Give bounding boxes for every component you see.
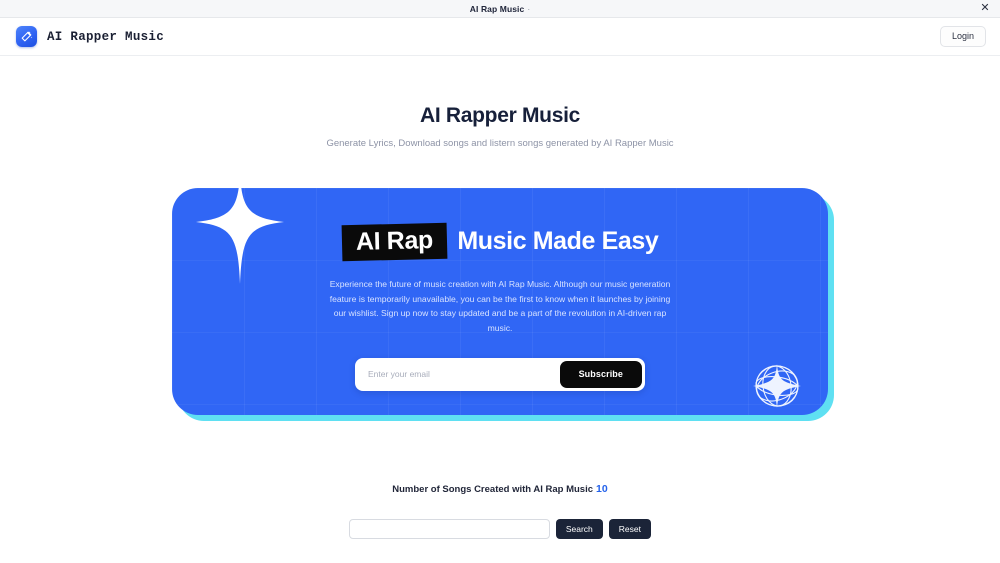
promo-heading-highlight: AI Rap	[341, 222, 447, 262]
promo-heading-rest: Music Made Easy	[457, 227, 659, 256]
subscribe-button[interactable]: Subscribe	[559, 360, 642, 388]
login-button[interactable]: Login	[939, 26, 986, 47]
email-field[interactable]	[358, 360, 560, 388]
promo-heading: AI Rap Music Made Easy	[172, 222, 828, 262]
intro-section: AI Rapper Music Generate Lyrics, Downloa…	[0, 56, 1000, 151]
browser-tab-bar: AI Rap Music · ✕	[0, 0, 1000, 18]
browser-tab-title: AI Rap Music	[469, 3, 525, 14]
songs-created-stat: Number of Songs Created with AI Rap Musi…	[0, 483, 1000, 495]
reset-button[interactable]: Reset	[608, 518, 651, 539]
site-header: AI Rapper Music Login	[0, 18, 1000, 56]
search-button[interactable]: Search	[555, 518, 603, 539]
close-icon[interactable]: ✕	[978, 2, 992, 16]
search-input[interactable]	[349, 518, 550, 539]
brand-name: AI Rapper Music	[47, 29, 165, 44]
subscribe-form: Subscribe	[355, 357, 645, 391]
browser-tab-title-suffix: ·	[527, 3, 531, 14]
magic-wand-icon	[16, 26, 37, 47]
page-body: AI Rapper Music Generate Lyrics, Downloa…	[0, 56, 1000, 563]
search-row: Search Reset	[349, 518, 651, 539]
promo-paragraph: Experience the future of music creation …	[329, 278, 671, 334]
promo-card: AI Rap Music Made Easy Experience the fu…	[172, 187, 828, 415]
promo-content: AI Rap Music Made Easy Experience the fu…	[172, 188, 828, 391]
brand[interactable]: AI Rapper Music	[16, 26, 164, 47]
songs-created-count: 10	[596, 482, 608, 495]
page-subtitle: Generate Lyrics, Download songs and list…	[326, 138, 674, 149]
page-title: AI Rapper Music	[419, 104, 581, 127]
songs-created-label: Number of Songs Created with AI Rap Musi…	[392, 483, 594, 495]
promo-card-wrapper: AI Rap Music Made Easy Experience the fu…	[172, 187, 834, 421]
